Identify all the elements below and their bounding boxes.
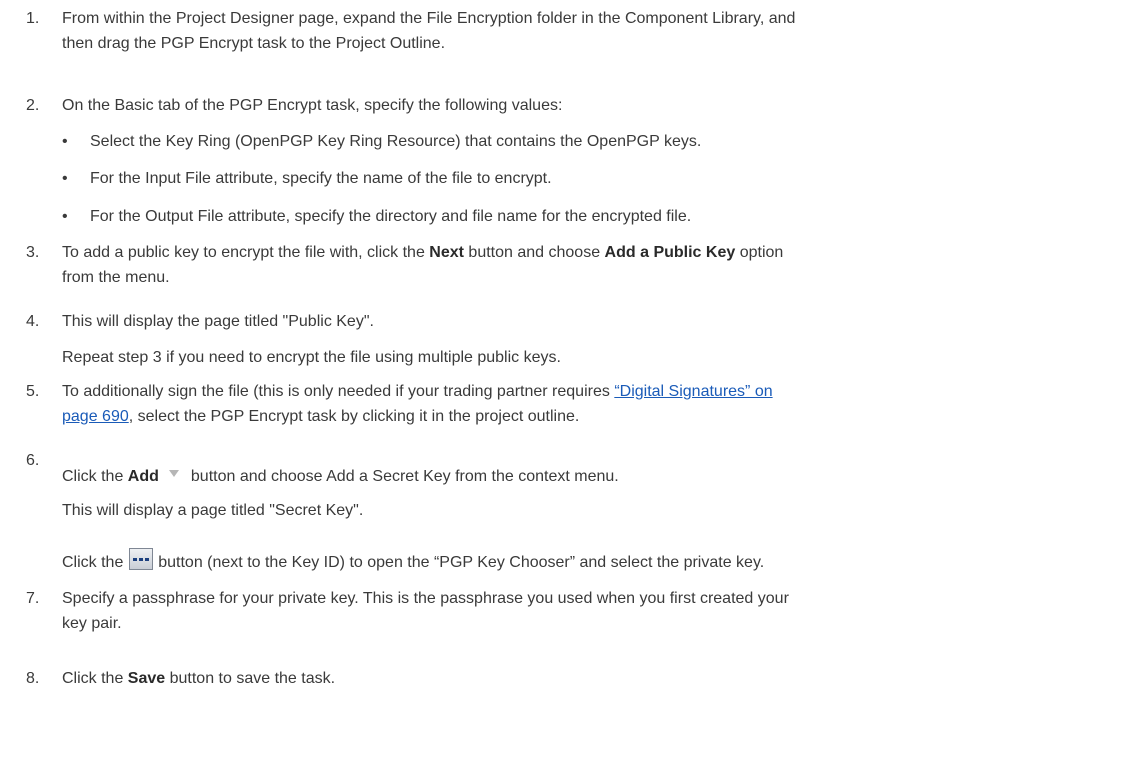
step-text: From within the Project Designer page, e… [62,6,1132,56]
step-number: 3. [26,244,40,261]
add-public-key-label: Add a Public Key [604,244,736,261]
list-item-text: For the Input File attribute, specify th… [90,170,552,187]
step-text-segment: Click the [62,554,128,571]
step-text-line: page 690, select the PGP Encrypt task by… [62,404,1132,429]
step-number: 4. [26,313,40,330]
digital-signatures-link[interactable]: “Digital Signatures” on [614,383,772,400]
bullet-icon: • [62,170,68,187]
step-text-line: Click the Add button and choose Add a Sec… [62,464,1132,489]
step-number: 2. [26,97,40,114]
step-text-segment: , select the PGP Encrypt task by clickin… [128,408,580,425]
step-text-segment: button (next to the Key ID) to open the … [153,554,765,571]
step-number: 8. [26,670,40,687]
step-text-segment: To add a public key to encrypt the file … [62,244,430,261]
step-text-line: then drag the PGP Encrypt task to the Pr… [62,35,446,52]
next-button-label: Next [429,244,464,261]
step-text-line: This will display a page titled "Secret … [62,502,364,519]
step-number: 7. [26,590,40,607]
step-text-line: This will display the page titled "Publi… [62,313,374,330]
step-text-line: To add a public key to encrypt the file … [62,240,1132,265]
step-text: To add a public key to encrypt the file … [62,240,1132,290]
step-text: To additionally sign the file (this is o… [62,379,1132,429]
list-item-text: For the Output File attribute, specify t… [90,208,692,225]
ellipsis-button-icon [128,548,153,570]
step-text-segment: Click the [62,468,128,485]
step-number: 1. [26,10,40,27]
step-text-line: key pair. [62,615,122,632]
page-690-link[interactable]: page 690 [62,408,129,425]
step-note: Repeat step 3 if you need to encrypt the… [62,349,561,366]
bullet-icon: • [62,208,68,225]
step-6-text: Click the Add button and choose Add a Sec… [62,464,1132,523]
step-number: 5. [26,383,40,400]
step-text-line: Click the button (next to the Key ID) to… [62,548,764,575]
step-text-line: From within the Project Designer page, e… [62,10,796,27]
step-text: On the Basic tab of the PGP Encrypt task… [62,97,563,114]
step-text: Specify a passphrase for your private ke… [62,586,1132,636]
step-text-segment: Click the [62,670,128,687]
step-text-segment: button and choose Add a Secret Key from … [190,468,619,485]
step-text-line: from the menu. [62,269,170,286]
step-number: 6. [26,452,40,469]
step-text: Click the Save button to save the task. [62,666,1132,691]
step-text: This will display the page titled "Publi… [62,309,1132,370]
step-text-segment: option [735,244,784,261]
add-button-label: Add [127,468,159,485]
step-text-segment: button and choose [463,244,605,261]
instruction-document: 1. From within the Project Designer page… [0,0,1146,758]
step-text-segment: button to save the task. [165,670,336,687]
chevron-down-icon [168,470,179,477]
step-text-line: To additionally sign the file (this is o… [62,379,1132,404]
step-text-segment: To additionally sign the file (this is o… [62,383,615,400]
step-text-line: Specify a passphrase for your private ke… [62,590,789,607]
list-item-text: Select the Key Ring (OpenPGP Key Ring Re… [90,133,702,150]
bullet-icon: • [62,133,68,150]
save-button-label: Save [127,670,166,687]
